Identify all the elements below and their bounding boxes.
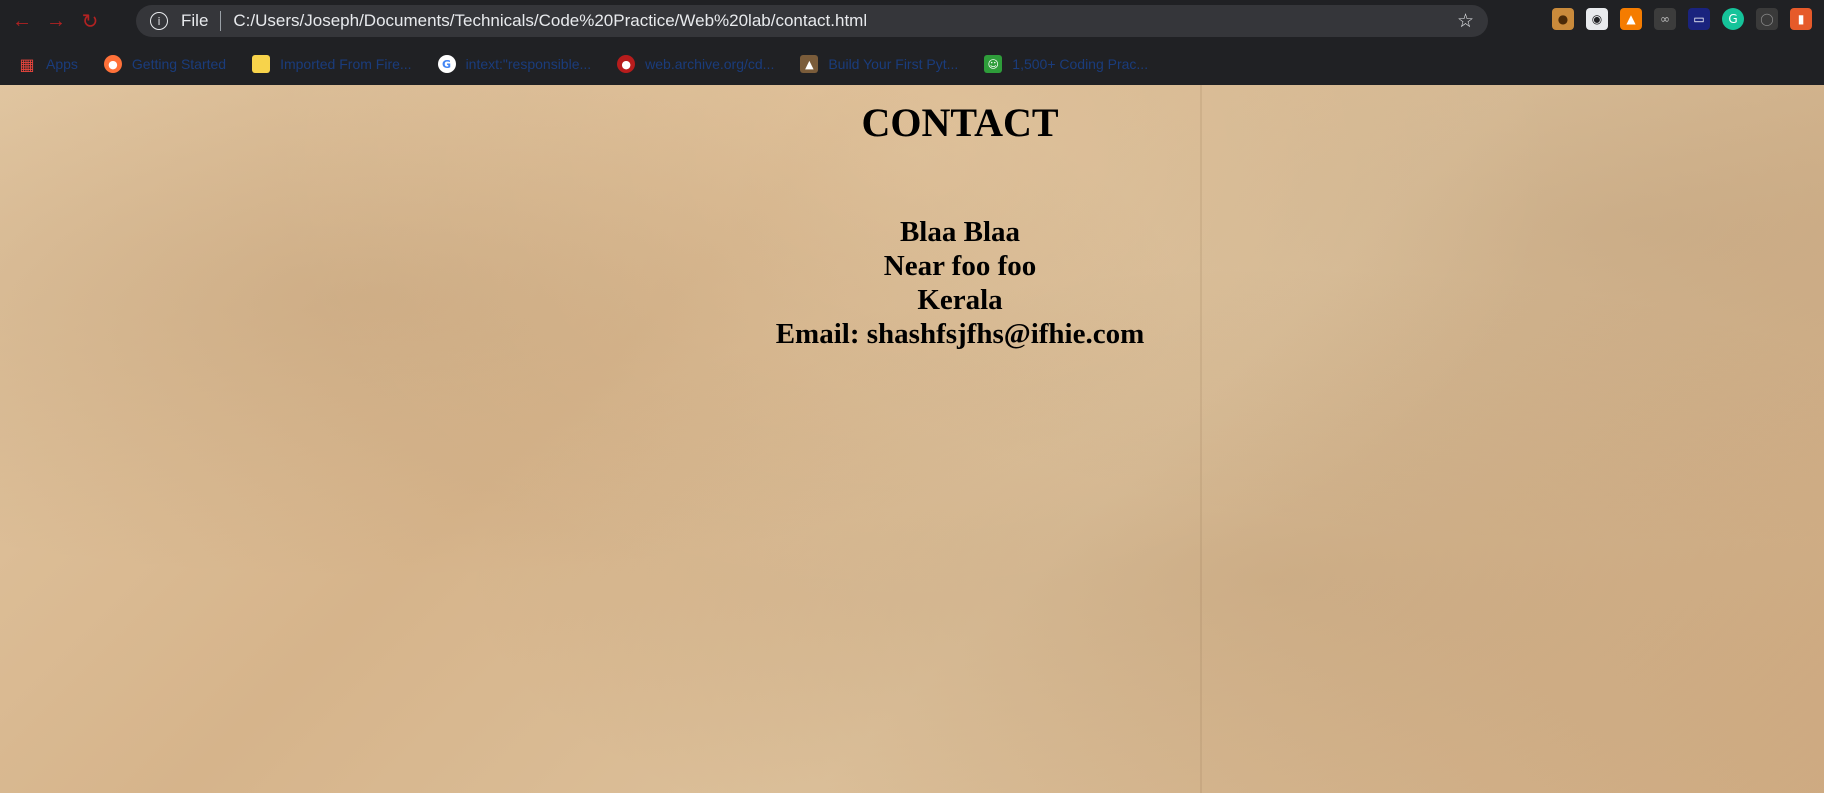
address-separator <box>220 11 222 31</box>
fox-extension-icon[interactable]: ▲ <box>1620 8 1642 30</box>
bookmark-label: 1,500+ Coding Prac... <box>1012 56 1149 72</box>
web-page: CONTACT Blaa Blaa Near foo foo Kerala Em… <box>0 85 1824 793</box>
cookie-extension-icon[interactable]: ● <box>1552 8 1574 30</box>
bookmark-label: intext:"responsible... <box>465 56 592 72</box>
monitor-extension-icon[interactable]: ▭ <box>1688 8 1710 30</box>
forward-icon[interactable]: → <box>44 10 68 34</box>
bookmark-google-search[interactable]: G intext:"responsible... <box>437 55 592 73</box>
bookmark-extension-icon[interactable]: ▮ <box>1790 8 1812 30</box>
background-seam <box>1200 85 1202 793</box>
glasses-extension-icon[interactable]: ◯ <box>1756 8 1778 30</box>
link-extension-icon[interactable]: ∞ <box>1654 8 1676 30</box>
extensions-bar: ● ◉ ▲ ∞ ▭ G ◯ ▮ <box>1552 8 1812 30</box>
address-line-3: Kerala <box>917 284 1003 316</box>
page-title: CONTACT <box>861 100 1059 145</box>
bookmark-apps[interactable]: ▦ Apps <box>18 54 78 74</box>
address-line-1: Blaa Blaa <box>899 216 1021 248</box>
bookmarks-bar: ▦ Apps ● Getting Started Imported From F… <box>0 43 1824 86</box>
apps-grid-icon: ▦ <box>19 54 35 74</box>
address-bar[interactable]: i File C:/Users/Joseph/Documents/Technic… <box>136 5 1488 37</box>
folder-icon <box>252 55 271 73</box>
bookmark-label: web.archive.org/cd... <box>645 56 775 72</box>
bookmark-label: Build Your First Pyt... <box>828 56 959 72</box>
bookmark-build-python[interactable]: ▲ Build Your First Pyt... <box>800 55 958 73</box>
coding-icon: ☺ <box>984 55 1003 73</box>
google-icon: G <box>437 55 456 73</box>
bookmark-coding-practice[interactable]: ☺ 1,500+ Coding Prac... <box>984 55 1148 73</box>
browser-toolbar: ← → ↻ i File C:/Users/Joseph/Documents/T… <box>0 0 1824 43</box>
firefox-icon: ● <box>103 55 122 73</box>
address-scheme: File <box>181 11 209 30</box>
bookmark-web-archive[interactable]: ● web.archive.org/cd... <box>617 55 774 73</box>
python-icon: ▲ <box>800 55 819 73</box>
bookmark-label: Imported From Fire... <box>280 56 412 72</box>
back-icon[interactable]: ← <box>10 10 34 34</box>
address-line-2: Near foo foo <box>883 250 1037 282</box>
address-url[interactable]: C:/Users/Joseph/Documents/Technicals/Cod… <box>233 11 867 31</box>
archive-icon: ● <box>617 55 636 73</box>
palette-extension-icon[interactable]: ◉ <box>1586 8 1608 30</box>
bookmark-imported-from-firefox[interactable]: Imported From Fire... <box>252 55 412 73</box>
contact-email: Email: shashfsjfhs@ifhie.com <box>775 318 1145 350</box>
contact-address: Blaa Blaa Near foo foo Kerala Email: sha… <box>0 215 1824 351</box>
bookmark-label: Getting Started <box>131 56 227 72</box>
reload-icon[interactable]: ↻ <box>78 10 102 34</box>
bookmark-getting-started[interactable]: ● Getting Started <box>103 55 227 73</box>
info-icon[interactable]: i <box>150 12 168 30</box>
grammarly-extension-icon[interactable]: G <box>1722 8 1744 30</box>
bookmark-star-icon[interactable]: ☆ <box>1457 10 1474 32</box>
bookmark-label: Apps <box>46 56 78 72</box>
